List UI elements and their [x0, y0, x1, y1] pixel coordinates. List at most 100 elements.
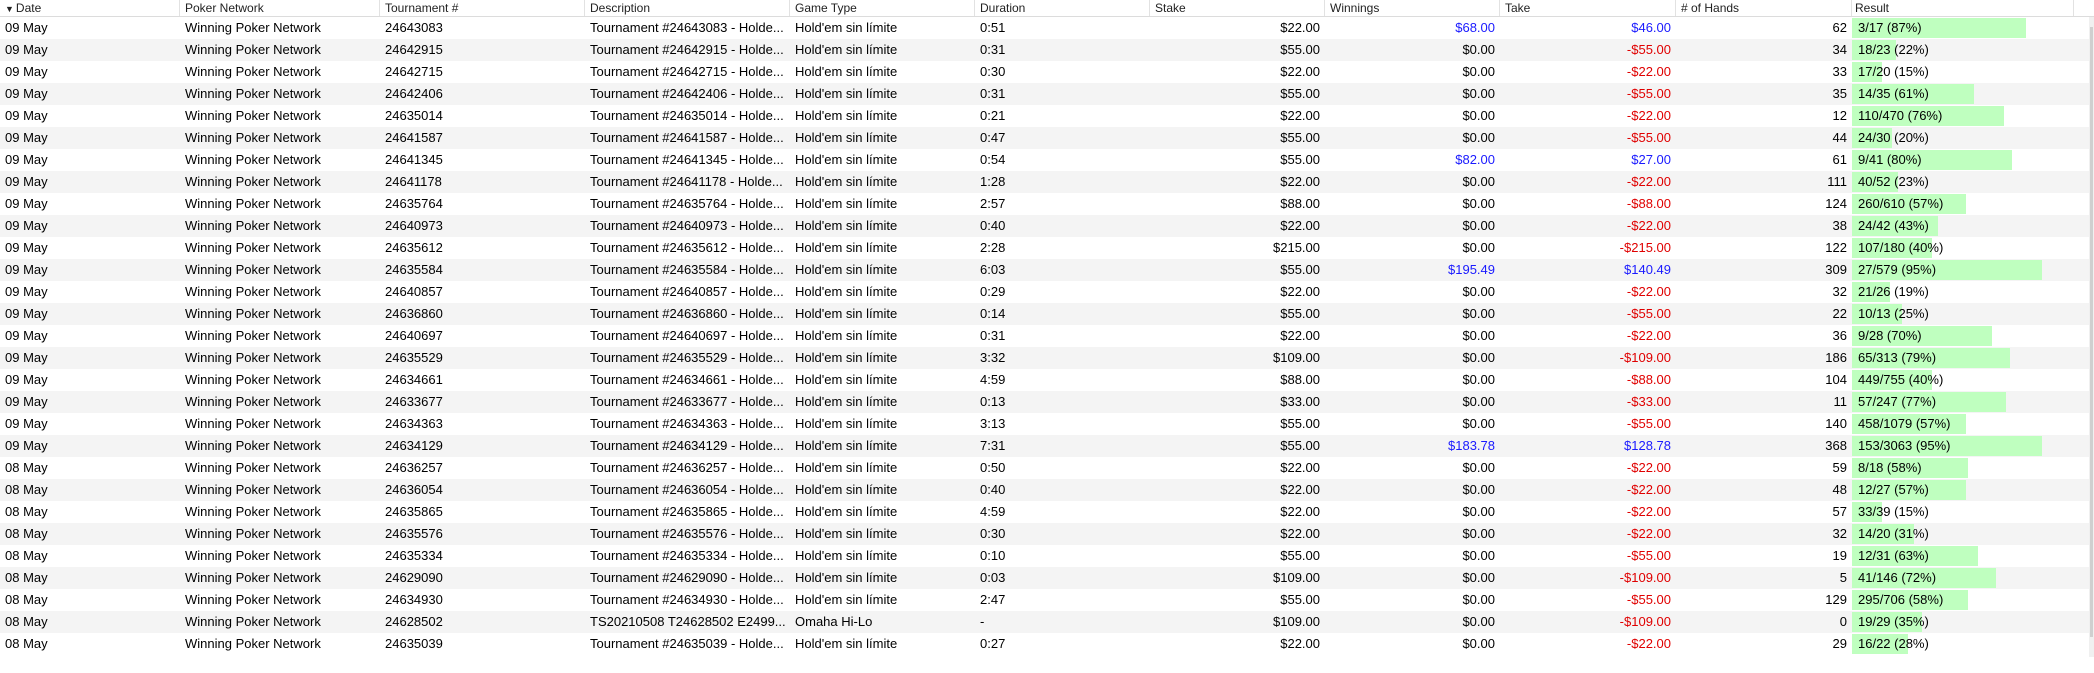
table-row[interactable]: 08 May Winning Poker Network 24636257 Tourn…	[0, 457, 2094, 479]
result-text: 260/610 (57%)	[1858, 196, 1944, 211]
table-row[interactable]: 09 May Winning Poker Network 24643083 Tourn…	[0, 17, 2094, 39]
table-row[interactable]: 08 May Winning Poker Network 24629090 Tourn…	[0, 567, 2094, 589]
cell-date: 09 May	[5, 284, 48, 299]
cell-description: Tournament #24636054 - Holde...	[590, 482, 784, 497]
column-header-hands[interactable]: # of Hands	[1676, 0, 1852, 16]
cell-game-type: Hold'em sin límite	[795, 328, 898, 343]
cell-hands: 59	[1832, 460, 1847, 475]
table-row[interactable]: 08 May Winning Poker Network 24635576 Tourn…	[0, 523, 2094, 545]
cell-result: 41/146 (72%)	[1852, 567, 2074, 589]
table-row[interactable]: 08 May Winning Poker Network 24636054 Tourn…	[0, 479, 2094, 501]
cell-result: 65/313 (79%)	[1852, 347, 2074, 369]
table-row[interactable]: 08 May Winning Poker Network 24628502 TS202…	[0, 611, 2094, 633]
cell-hands: 61	[1832, 152, 1847, 167]
column-header-game-type[interactable]: Game Type	[790, 0, 975, 16]
cell-hands: 29	[1832, 636, 1847, 651]
cell-hands: 124	[1825, 196, 1847, 211]
cell-take: -$215.00	[1619, 240, 1671, 255]
cell-game-type: Hold'em sin límite	[795, 152, 898, 167]
cell-stake: $22.00	[1280, 64, 1320, 79]
table-row[interactable]: 09 May Winning Poker Network 24642915 Tourn…	[0, 39, 2094, 61]
result-text: 24/30 (20%)	[1858, 130, 1929, 145]
cell-game-type: Hold'em sin límite	[795, 174, 898, 189]
result-text: 9/41 (80%)	[1858, 152, 1922, 167]
column-header-date[interactable]: ▼ Date	[0, 0, 180, 16]
cell-result: 19/29 (35%)	[1852, 611, 2074, 633]
cell-tournament: 24636257	[385, 460, 443, 475]
cell-result: 12/31 (63%)	[1852, 545, 2074, 567]
column-header-result[interactable]: Result	[1852, 0, 2074, 16]
table-row[interactable]: 09 May Winning Poker Network 24635529 Tourn…	[0, 347, 2094, 369]
cell-duration: 1:28	[980, 174, 1006, 189]
vertical-scrollbar[interactable]	[2089, 17, 2094, 657]
cell-duration: 0:31	[980, 42, 1006, 57]
table-row[interactable]: 09 May Winning Poker Network 24634129 Tourn…	[0, 435, 2094, 457]
cell-network: Winning Poker Network	[185, 174, 321, 189]
cell-date: 09 May	[5, 196, 48, 211]
table-row[interactable]: 09 May Winning Poker Network 24641345 Tourn…	[0, 149, 2094, 171]
cell-description: Tournament #24642715 - Holde...	[590, 64, 784, 79]
table-row[interactable]: 09 May Winning Poker Network 24640697 Tourn…	[0, 325, 2094, 347]
table-row[interactable]: 09 May Winning Poker Network 24634363 Tourn…	[0, 413, 2094, 435]
table-row[interactable]: 08 May Winning Poker Network 24635865 Tourn…	[0, 501, 2094, 523]
table-row[interactable]: 08 May Winning Poker Network 24635334 Tourn…	[0, 545, 2094, 567]
cell-duration: 0:40	[980, 482, 1006, 497]
table-row[interactable]: 08 May Winning Poker Network 24634930 Tourn…	[0, 589, 2094, 611]
cell-game-type: Hold'em sin límite	[795, 306, 898, 321]
cell-result: 18/23 (22%)	[1852, 39, 2074, 61]
table-row[interactable]: 09 May Winning Poker Network 24641587 Tourn…	[0, 127, 2094, 149]
table-row[interactable]: 09 May Winning Poker Network 24635014 Tourn…	[0, 105, 2094, 127]
cell-duration: 0:50	[980, 460, 1006, 475]
cell-tournament: 24635529	[385, 350, 443, 365]
cell-network: Winning Poker Network	[185, 504, 321, 519]
table-row[interactable]: 09 May Winning Poker Network 24633677 Tourn…	[0, 391, 2094, 413]
cell-duration: 0:03	[980, 570, 1006, 585]
cell-game-type: Hold'em sin límite	[795, 394, 898, 409]
result-text: 14/20 (31%)	[1858, 526, 1929, 541]
column-header-network[interactable]: Poker Network	[180, 0, 380, 16]
column-header-take[interactable]: Take	[1500, 0, 1676, 16]
table-row[interactable]: 09 May Winning Poker Network 24640973 Tourn…	[0, 215, 2094, 237]
cell-date: 08 May	[5, 592, 48, 607]
column-header-description[interactable]: Description	[585, 0, 790, 16]
table-row[interactable]: 09 May Winning Poker Network 24635584 Tourn…	[0, 259, 2094, 281]
cell-description: Tournament #24640973 - Holde...	[590, 218, 784, 233]
cell-take: -$22.00	[1626, 636, 1671, 651]
table-row[interactable]: 09 May Winning Poker Network 24635612 Tourn…	[0, 237, 2094, 259]
cell-duration: 0:27	[980, 636, 1006, 651]
table-row[interactable]: 09 May Winning Poker Network 24642715 Tourn…	[0, 61, 2094, 83]
column-header-stake[interactable]: Stake	[1150, 0, 1325, 16]
table-row[interactable]: 09 May Winning Poker Network 24642406 Tourn…	[0, 83, 2094, 105]
cell-tournament: 24634363	[385, 416, 443, 431]
column-header-winnings[interactable]: Winnings	[1325, 0, 1500, 16]
cell-stake: $55.00	[1280, 262, 1320, 277]
column-header-duration[interactable]: Duration	[975, 0, 1150, 16]
table-row[interactable]: 08 May Winning Poker Network 24635039 Tourn…	[0, 633, 2094, 655]
cell-game-type: Hold'em sin límite	[795, 548, 898, 563]
cell-tournament: 24633677	[385, 394, 443, 409]
table-row[interactable]: 09 May Winning Poker Network 24640857 Tourn…	[0, 281, 2094, 303]
cell-duration: 0:40	[980, 218, 1006, 233]
cell-take: -$22.00	[1626, 482, 1671, 497]
table-row[interactable]: 09 May Winning Poker Network 24641178 Tourn…	[0, 171, 2094, 193]
cell-take: -$55.00	[1626, 306, 1671, 321]
cell-network: Winning Poker Network	[185, 196, 321, 211]
cell-winnings: $0.00	[1462, 240, 1495, 255]
scrollbar-thumb[interactable]	[2090, 27, 2093, 637]
cell-result: 8/18 (58%)	[1852, 457, 2074, 479]
result-text: 295/706 (58%)	[1858, 592, 1944, 607]
table-row[interactable]: 09 May Winning Poker Network 24634661 Tourn…	[0, 369, 2094, 391]
cell-description: Tournament #24635014 - Holde...	[590, 108, 784, 123]
table-row[interactable]: 09 May Winning Poker Network 24635764 Tourn…	[0, 193, 2094, 215]
table-row[interactable]: 09 May Winning Poker Network 24636860 Tourn…	[0, 303, 2094, 325]
cell-result: 449/755 (40%)	[1852, 369, 2074, 391]
cell-date: 09 May	[5, 174, 48, 189]
cell-date: 09 May	[5, 20, 48, 35]
cell-hands: 129	[1825, 592, 1847, 607]
cell-date: 08 May	[5, 482, 48, 497]
column-header-tournament[interactable]: Tournament #	[380, 0, 585, 16]
cell-take: -$22.00	[1626, 328, 1671, 343]
cell-winnings: $0.00	[1462, 64, 1495, 79]
cell-description: Tournament #24635334 - Holde...	[590, 548, 784, 563]
cell-date: 08 May	[5, 526, 48, 541]
